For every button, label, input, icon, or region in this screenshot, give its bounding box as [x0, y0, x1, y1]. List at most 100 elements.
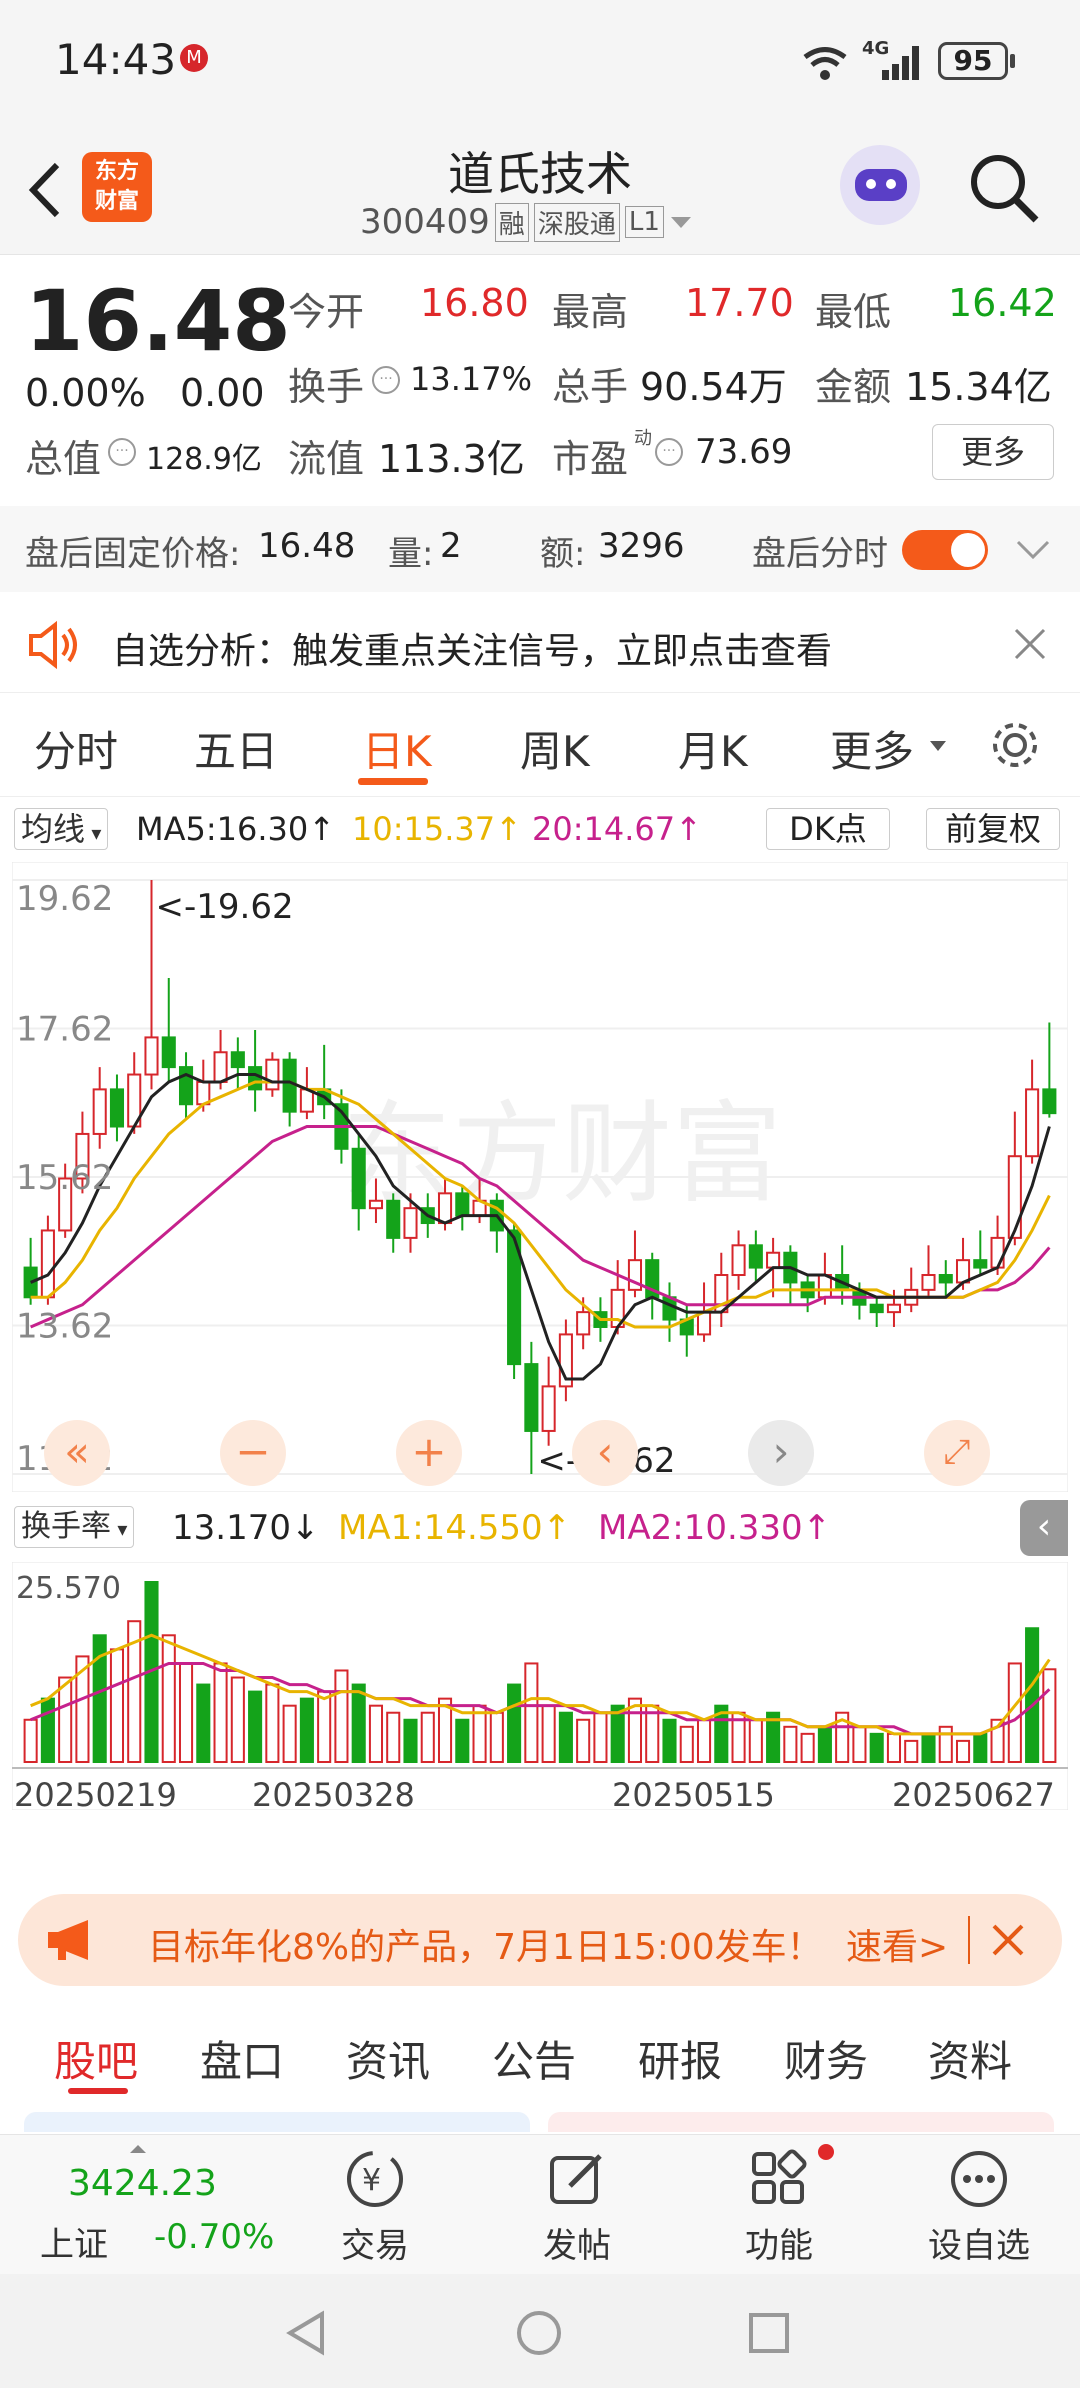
- system-back-icon[interactable]: [284, 2310, 328, 2356]
- candle-body: [40, 1229, 55, 1299]
- turnover-bar: [679, 1725, 694, 1764]
- ma-selector[interactable]: 均线 ▾: [14, 808, 109, 850]
- info-icon[interactable]: ···: [372, 366, 400, 394]
- mktcap-label: 总值: [25, 437, 102, 481]
- tab-daily-k[interactable]: 日K: [362, 718, 432, 779]
- change-value: 0.00: [180, 371, 265, 415]
- turnover-bar: [489, 1711, 504, 1764]
- tab-weekly-k[interactable]: 周K: [520, 718, 590, 779]
- more-button[interactable]: 更多: [932, 424, 1054, 480]
- after-hours-vol-label: 量:: [388, 534, 434, 574]
- zoom-out-button[interactable]: −: [220, 1420, 286, 1486]
- fullscreen-icon[interactable]: ⤢: [924, 1420, 990, 1486]
- tab-announcements[interactable]: 公告: [492, 2028, 576, 2089]
- dk-point-button[interactable]: DK点: [766, 808, 890, 850]
- turnover-bar: [317, 1690, 332, 1764]
- tab-profile[interactable]: 资料: [928, 2028, 1012, 2089]
- collapse-panel-button[interactable]: ‹: [1020, 1500, 1068, 1556]
- index-value[interactable]: 3424.23: [68, 2163, 217, 2204]
- scroll-left-button[interactable]: ‹: [572, 1420, 638, 1486]
- status-bar: 14:43 M 4G 95: [0, 0, 1080, 130]
- content-card: [548, 2112, 1054, 2132]
- close-icon[interactable]: [990, 1922, 1026, 1958]
- turnover-bar: [817, 1725, 832, 1764]
- candle-body: [386, 1199, 401, 1239]
- turnover-chart[interactable]: 25.570 20250219 20250328 20250515 20250627: [12, 1562, 1068, 1810]
- close-icon[interactable]: [1012, 626, 1048, 662]
- nav-add-watchlist[interactable]: 设自选: [909, 2218, 1049, 2267]
- tab-news[interactable]: 资讯: [346, 2028, 430, 2089]
- scroll-left-fast-button[interactable]: «: [44, 1420, 110, 1486]
- turnover-bar: [783, 1725, 798, 1764]
- tab-pankou[interactable]: 盘口: [200, 2028, 284, 2089]
- adjust-button[interactable]: 前复权: [926, 808, 1060, 850]
- tab-five-day[interactable]: 五日: [194, 718, 278, 779]
- change-percent: 0.00%: [25, 371, 146, 415]
- after-hours-bar: 盘后固定价格: 16.48 量: 2 额: 3296 盘后分时: [0, 506, 1080, 592]
- high-label: 最高: [552, 290, 629, 334]
- candlestick-chart[interactable]: 东方财富 19.6217.6215.6213.6211.62 <-19.62 <…: [12, 862, 1068, 1492]
- tab-intraday[interactable]: 分时: [34, 718, 118, 779]
- tab-more[interactable]: 更多: [830, 718, 914, 779]
- candle-body: [109, 1088, 125, 1128]
- signal-icon: [882, 46, 919, 80]
- turnover-bar: [748, 1718, 763, 1763]
- candle-body: [541, 1385, 556, 1432]
- gear-icon[interactable]: [988, 718, 1042, 772]
- tab-financials[interactable]: 财务: [784, 2028, 868, 2089]
- ma-selector-label: 均线: [21, 810, 86, 848]
- notice-bar[interactable]: 自选分析：触发重点关注信号，立即点击查看: [0, 598, 1080, 690]
- turnover-bar: [921, 1732, 936, 1763]
- system-recents-icon[interactable]: [748, 2312, 790, 2354]
- zoom-in-button[interactable]: +: [396, 1420, 462, 1486]
- chevron-down-icon[interactable]: [669, 212, 693, 232]
- post-icon[interactable]: [546, 2148, 608, 2210]
- candle-body: [455, 1192, 470, 1217]
- high-value: 17.70: [685, 281, 794, 325]
- index-change[interactable]: -0.70%: [154, 2217, 274, 2257]
- candle-body: [1025, 1088, 1040, 1158]
- turnover-bar: [230, 1676, 245, 1763]
- turnover-bar: [800, 1732, 815, 1763]
- candle-body: [921, 1274, 936, 1291]
- promo-link[interactable]: 速看>: [846, 1918, 948, 1970]
- trade-icon[interactable]: ¥: [344, 2148, 406, 2210]
- nav-function[interactable]: 功能: [709, 2218, 849, 2267]
- tab-guba[interactable]: 股吧: [54, 2028, 138, 2089]
- chevron-up-icon[interactable]: [128, 2143, 148, 2155]
- dropdown-icon[interactable]: [928, 738, 948, 754]
- index-name[interactable]: 上证: [40, 2217, 108, 2266]
- system-home-icon[interactable]: [516, 2310, 562, 2356]
- chevron-down-icon[interactable]: [1015, 536, 1051, 564]
- turnover-value: 13.17%: [410, 360, 533, 398]
- turnover-bar: [886, 1732, 902, 1763]
- scroll-right-button[interactable]: ›: [748, 1420, 814, 1486]
- info-icon[interactable]: ···: [108, 438, 136, 466]
- promo-banner[interactable]: 目标年化8%的产品，7月1日15:00发车！ 速看>: [18, 1894, 1062, 1986]
- tab-research[interactable]: 研报: [638, 2028, 722, 2089]
- after-hours-toggle[interactable]: [902, 530, 988, 570]
- nav-trade[interactable]: 交易: [305, 2218, 445, 2267]
- float-label: 流值: [288, 437, 365, 481]
- open-label: 今开: [288, 290, 365, 334]
- last-price: 16.48: [25, 272, 291, 370]
- y-tick-label: 19.62: [16, 879, 113, 919]
- nav-post[interactable]: 发帖: [507, 2218, 647, 2267]
- info-icon[interactable]: ···: [655, 438, 683, 466]
- function-grid-icon[interactable]: [748, 2148, 810, 2210]
- candle-body: [1042, 1088, 1057, 1115]
- candle-body: [524, 1363, 539, 1432]
- search-icon[interactable]: [968, 152, 1040, 224]
- open-value: 16.80: [420, 281, 529, 325]
- y-tick-label: 13.62: [16, 1307, 113, 1347]
- more-dots-icon[interactable]: [948, 2148, 1010, 2210]
- candle-body: [265, 1058, 280, 1091]
- turnover-bar: 换手率 ▾ 13.170↓ MA1:14.550↑ MA2:10.330↑ ‹: [0, 1500, 1080, 1558]
- tab-monthly-k[interactable]: 月K: [678, 718, 748, 779]
- robot-avatar-icon[interactable]: [840, 145, 920, 225]
- pe-label: 市盈: [552, 437, 629, 481]
- turnover-bar: [696, 1718, 712, 1763]
- turnover-bar: [593, 1711, 608, 1764]
- turnover-selector[interactable]: 换手率 ▾: [14, 1506, 135, 1548]
- after-hours-amt-label: 额:: [540, 534, 586, 574]
